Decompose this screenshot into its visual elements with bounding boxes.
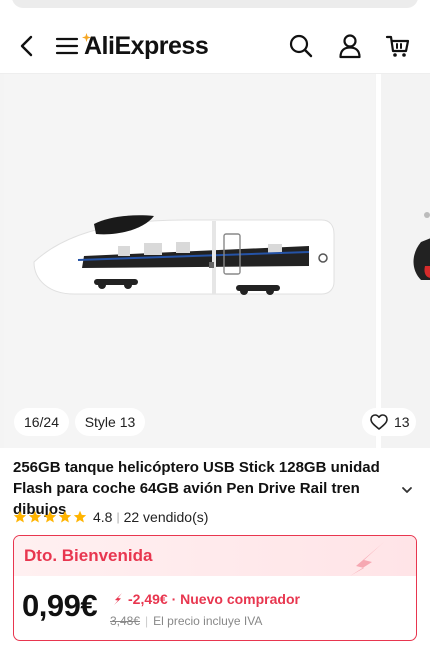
original-price: 3,48€ [110, 614, 141, 628]
next-product-image-peek[interactable] [381, 74, 430, 448]
star-rating [13, 510, 87, 524]
star-icon [43, 510, 57, 523]
sold-count: 22 vendido(s) [123, 509, 209, 525]
account-icon[interactable] [335, 31, 365, 61]
style-label-chip[interactable]: Style 13 [75, 408, 145, 436]
search-icon[interactable] [286, 31, 316, 61]
price-separator: | [145, 614, 149, 628]
aliexpress-logo[interactable]: AliExpress [82, 31, 209, 61]
logo-spark-icon [82, 33, 91, 42]
image-page-indicator: 16/24 [14, 408, 69, 436]
cart-icon[interactable] [383, 31, 413, 61]
chevron-down-icon[interactable] [400, 483, 414, 497]
star-icon [73, 510, 87, 523]
promo-title: Dto. Bienvenida [24, 546, 153, 565]
rating-value: 4.8 [93, 509, 113, 525]
discount-text: -2,49€ · Nuevo comprador [128, 591, 300, 607]
address-bar[interactable] [12, 0, 418, 8]
top-navigation-bar: AliExpress [0, 18, 430, 74]
star-icon [13, 510, 27, 523]
star-icon [58, 510, 72, 523]
price-details: 3,48€ | El precio incluye IVA [110, 614, 262, 628]
logo-text: AliExpress [84, 31, 209, 60]
discount-arrow-icon [114, 593, 122, 605]
sale-price: 0,99€ [22, 588, 98, 623]
discount-arrow-decoration-icon [350, 542, 384, 576]
favorites-count: 13 [394, 414, 410, 430]
welcome-discount-card[interactable]: Dto. Bienvenida 0,99€ -2,49€ · Nuevo com… [13, 535, 417, 641]
favorite-button[interactable]: 13 [362, 408, 416, 436]
tax-note: El precio incluye IVA [153, 614, 263, 628]
star-icon [28, 510, 42, 523]
product-image-gallery[interactable]: 16/24 Style 13 13 [0, 74, 430, 448]
rating-separator: | [116, 510, 120, 524]
product-image-train-usb[interactable] [4, 74, 375, 448]
back-arrow-icon[interactable] [12, 31, 42, 61]
browser-address-strip [0, 0, 430, 18]
new-buyer-discount: -2,49€ · Nuevo comprador [110, 588, 306, 610]
menu-icon[interactable] [52, 31, 82, 61]
heart-icon [370, 414, 388, 430]
rating-row[interactable]: 4.8 | 22 vendido(s) [13, 507, 208, 527]
promo-header: Dto. Bienvenida [14, 536, 416, 576]
